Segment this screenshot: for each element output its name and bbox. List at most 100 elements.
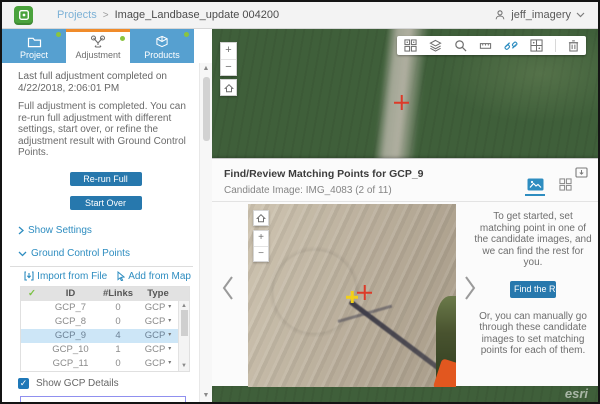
gcp-section-label: Ground Control Points	[31, 248, 130, 260]
panel-title: Find/Review Matching Points for GCP_9	[224, 168, 424, 180]
viewer-home-button[interactable]	[253, 210, 269, 226]
show-gcp-details-checkbox[interactable]: ✓	[18, 378, 29, 389]
view-toggles	[525, 178, 572, 196]
image-grid-button[interactable]	[530, 39, 543, 52]
tab-products[interactable]: Products	[130, 29, 194, 63]
user-menu[interactable]: jeff_imagery	[494, 9, 585, 21]
show-gcp-details-label: Show GCP Details	[36, 378, 119, 390]
tab-label: Adjustment	[75, 50, 120, 60]
section-divider	[10, 266, 193, 267]
left-panel-scrollbar[interactable]: ▲ ▼	[199, 63, 212, 402]
type-dropdown-caret[interactable]: ▾	[168, 316, 171, 328]
candidate-image-label: Candidate Image: IMG_4083 (2 of 11)	[224, 185, 392, 196]
table-row-gcp9-selected[interactable]: GCP_9 4 GCP▾	[21, 329, 178, 343]
chevron-down-icon	[18, 251, 27, 257]
adjustment-panel: Last full adjustment completed on 4/22/2…	[2, 63, 199, 402]
top-bar: Projects > Image_Landbase_update 004200 …	[2, 2, 598, 29]
tab-project[interactable]: Project	[2, 29, 66, 63]
link-gcp-button[interactable]	[504, 39, 518, 52]
person-icon	[494, 9, 506, 21]
table-scrollbar[interactable]: ▲ ▼	[178, 301, 189, 371]
delete-button[interactable]	[568, 39, 579, 52]
scroll-up-icon[interactable]: ▲	[200, 65, 212, 72]
esri-app-logo-icon[interactable]	[14, 6, 33, 25]
toolbar-separator	[555, 39, 556, 52]
scroll-down-icon[interactable]: ▼	[179, 362, 189, 370]
cell-id: GCP_8	[43, 316, 98, 328]
search-button[interactable]	[454, 39, 467, 52]
col-header-links[interactable]: #Links	[98, 288, 138, 300]
start-over-button[interactable]: Start Over	[70, 196, 142, 210]
thumbnail-grid-button[interactable]	[404, 39, 417, 52]
map-zoom-controls: + −	[220, 42, 237, 76]
table-row-gcp8[interactable]: GCP_8 0 GCP▾	[21, 315, 178, 329]
scrollbar-thumb[interactable]	[181, 310, 188, 336]
import-from-file-label: Import from File	[37, 271, 107, 283]
last-adjustment-status: Last full adjustment completed on 4/22/2…	[18, 71, 193, 94]
map-view[interactable]: + −	[212, 29, 598, 402]
home-extent-button[interactable]	[220, 79, 237, 96]
breadcrumb-separator: >	[103, 10, 109, 21]
home-icon	[224, 83, 234, 93]
tab-label: Products	[144, 50, 180, 60]
collapse-panel-icon[interactable]	[575, 167, 588, 178]
breadcrumb-projects-link[interactable]: Projects	[57, 9, 97, 21]
cell-id: GCP_10	[43, 344, 98, 356]
type-dropdown-caret[interactable]: ▾	[168, 302, 171, 314]
zoom-in-button[interactable]: +	[221, 43, 236, 59]
project-title: Image_Landbase_update 004200	[115, 9, 280, 21]
rerun-full-button[interactable]: Re-run Full	[70, 172, 142, 186]
previous-image-button[interactable]	[221, 275, 235, 301]
gcp-marker-image	[357, 285, 372, 300]
cube-icon	[155, 35, 169, 48]
breadcrumb: Projects > Image_Landbase_update 004200	[57, 9, 279, 21]
check-icon: ✓	[21, 288, 43, 300]
green-status-dot	[120, 36, 125, 41]
gcp-section-toggle[interactable]: Ground Control Points	[18, 248, 193, 260]
import-icon	[24, 271, 34, 281]
viewer-zoom-in-button[interactable]: +	[254, 231, 268, 246]
col-header-type[interactable]: Type	[138, 288, 178, 300]
viewer-zoom-controls: + −	[253, 230, 269, 262]
cell-links: 0	[98, 316, 138, 328]
table-row-gcp11[interactable]: GCP_11 0 GCP▾	[21, 357, 178, 371]
cell-links: 4	[98, 330, 138, 342]
adjustment-description: Full adjustment is completed. You can re…	[18, 101, 193, 159]
cell-type: GCP	[145, 344, 166, 356]
single-view-toggle[interactable]	[525, 178, 545, 196]
scroll-up-icon[interactable]: ▲	[179, 302, 189, 310]
type-dropdown-caret[interactable]: ▾	[168, 344, 171, 356]
show-gcp-details-row: ✓ Show GCP Details	[18, 378, 193, 390]
find-the-rest-button[interactable]: Find the Rest	[510, 281, 556, 298]
add-from-map-label: Add from Map	[128, 271, 191, 283]
layers-button[interactable]	[429, 39, 442, 52]
active-toggle-underline	[525, 194, 545, 196]
cell-links: 0	[98, 358, 138, 370]
table-row-gcp7[interactable]: GCP_7 0 GCP▾	[21, 301, 178, 315]
chevron-down-icon	[576, 12, 585, 18]
green-status-dot	[184, 32, 189, 37]
import-from-file-link[interactable]: Import from File	[24, 271, 107, 283]
gcp-marker-map	[394, 95, 409, 110]
type-dropdown-caret[interactable]: ▾	[168, 358, 171, 370]
cell-links: 1	[98, 344, 138, 356]
folder-icon	[27, 36, 42, 48]
tab-bar: Project Adjustment Products	[2, 29, 212, 63]
grid-view-toggle[interactable]	[559, 178, 572, 191]
show-settings-toggle[interactable]: Show Settings	[18, 225, 193, 237]
cell-type: GCP	[145, 330, 166, 342]
map-toolbar	[397, 36, 586, 55]
type-dropdown-caret[interactable]: ▾	[168, 330, 171, 342]
instruction-text-2: Or, you can manually go through these ca…	[474, 311, 592, 357]
gcp-actions-row: Import from File Add from Map	[18, 271, 193, 283]
scrollbar-thumb[interactable]	[203, 77, 210, 141]
measure-button[interactable]	[479, 39, 492, 52]
col-header-id[interactable]: ID	[43, 288, 98, 300]
table-row-gcp10[interactable]: GCP_10 1 GCP▾	[21, 343, 178, 357]
add-from-map-link[interactable]: Add from Map	[117, 271, 191, 283]
zoom-out-button[interactable]: −	[221, 59, 236, 75]
candidate-image-viewer[interactable]: + −	[248, 204, 456, 387]
viewer-zoom-out-button[interactable]: −	[254, 246, 268, 261]
scroll-down-icon[interactable]: ▼	[200, 392, 212, 399]
tab-adjustment[interactable]: Adjustment	[66, 29, 130, 63]
